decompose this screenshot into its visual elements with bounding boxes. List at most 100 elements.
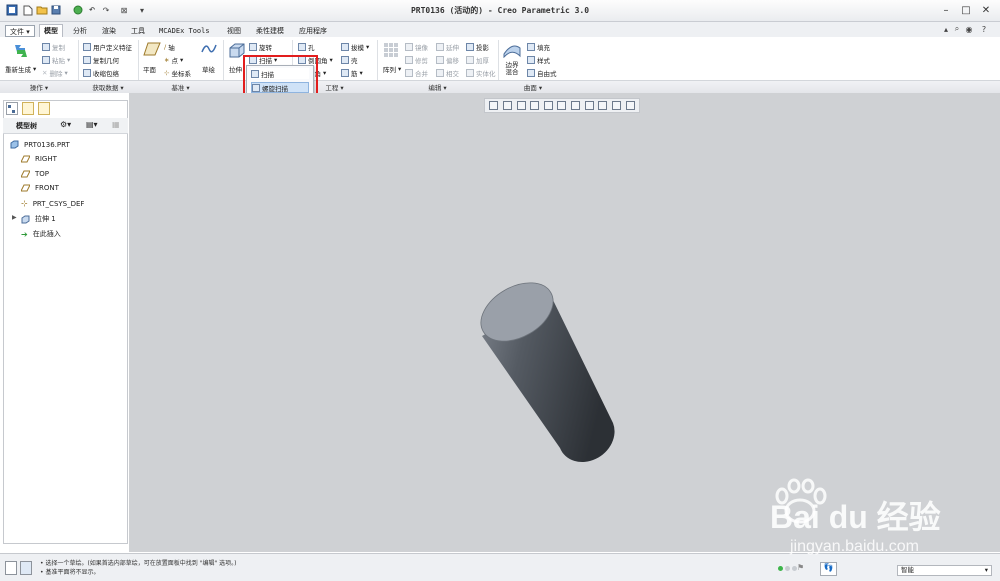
delete-label: 删除 [49,70,63,78]
thicken-button[interactable]: 加厚 [466,55,489,65]
help-icon[interactable]: ? [978,23,990,35]
regenerate-icon[interactable] [72,4,84,16]
udf-button[interactable]: 用户定义特征 [83,42,132,52]
revolve-button[interactable]: 旋转 [249,42,272,52]
tree-item-top-label: TOP [35,170,50,178]
offset-button[interactable]: 偏移 [436,55,459,65]
sketch-button[interactable]: 草绘 [202,64,215,74]
tab-analysis[interactable]: 分析 [69,25,91,37]
open-folder-icon[interactable] [36,4,48,16]
tree-item-extrude[interactable]: 拉伸 1 [21,214,56,224]
group-datum[interactable]: 基准 ▾ [138,82,223,92]
point-button[interactable]: ∗ 点 ▾ [164,55,183,65]
shrinkwrap-button[interactable]: 收缩包络 [83,68,119,78]
group-editing[interactable]: 编辑 ▾ [377,82,498,92]
zoom-in-icon[interactable] [502,101,512,110]
regenerate-button[interactable]: 重新生成 ▾ [5,64,36,74]
cylinder-model[interactable] [470,278,630,478]
annotation-display-icon[interactable] [611,101,621,110]
merge-icon [405,69,413,77]
plane-button[interactable]: 平面 [143,64,156,74]
folder-browser-tab-icon[interactable] [22,102,34,115]
boundary-blend-button[interactable]: 边界混合 [504,62,520,76]
project-button[interactable]: 投影 [466,42,489,52]
new-file-icon[interactable] [22,4,34,16]
tab-model[interactable]: 模型 [39,24,63,37]
tree-filter-icon[interactable]: ▦ [112,120,120,129]
tree-item-top[interactable]: TOP [21,170,49,178]
tab-tools[interactable]: 工具 [127,25,149,37]
tree-item-part[interactable]: PRT0136.PRT [10,140,70,149]
undo-icon[interactable]: ↶ [86,4,98,16]
tab-flexible-modeling[interactable]: 柔性建模 [252,25,288,37]
watermark-url: jingyan.baidu.com [790,538,919,555]
close-button[interactable]: ✕ [980,4,992,16]
tree-item-right[interactable]: RIGHT [21,155,57,163]
customize-toolbar-icon[interactable]: ▾ [136,4,148,16]
save-icon[interactable] [50,4,62,16]
tree-settings-icon[interactable]: ⚙▾ [60,120,71,129]
intersect-button[interactable]: 相交 [436,68,459,78]
tab-view[interactable]: 视图 [223,25,245,37]
shell-button[interactable]: 壳 [341,55,358,65]
perspective-icon[interactable] [584,101,594,110]
copy-button[interactable]: 复制 [42,42,65,52]
community-icon[interactable]: ◉ [963,23,975,35]
repaint-icon[interactable] [530,101,540,110]
tree-item-insert-here[interactable]: ➔ 在此插入 [21,229,61,239]
fill-button[interactable]: 填充 [527,42,550,52]
display-style-icon[interactable] [543,101,553,110]
group-surfaces[interactable]: 曲面 ▾ [498,82,568,92]
datum-display-icon[interactable] [598,101,608,110]
copy-icon [42,43,50,51]
hole-button[interactable]: 孔 [298,42,315,52]
tree-item-csys[interactable]: ⊹ PRT_CSYS_DEF [21,199,84,208]
model-tree-tab-icon[interactable] [6,102,18,115]
style-button[interactable]: 样式 [527,55,550,65]
group-operations[interactable]: 操作 ▾ [0,82,78,92]
search-icon[interactable]: ⌕ [951,23,963,35]
tree-show-icon[interactable]: ▤▾ [86,120,98,129]
trim-button[interactable]: 修剪 [405,55,428,65]
spin-center-icon[interactable] [625,101,635,110]
regenerate-label: 重新生成 [5,66,31,74]
extend-button[interactable]: 延伸 [436,42,459,52]
tab-render[interactable]: 渲染 [98,25,120,37]
view-manager-icon[interactable] [571,101,581,110]
hole-label: 孔 [308,44,315,52]
tab-mcadex-tools[interactable]: MCADEx Tools [155,25,214,37]
redo-icon[interactable]: ↷ [100,4,112,16]
paste-button[interactable]: 粘贴 ▾ [42,55,70,65]
solidify-button[interactable]: 实体化 [466,68,496,78]
tab-file[interactable]: 文件 ▾ [5,25,35,37]
group-getdata[interactable]: 获取数据 ▾ [78,82,138,92]
model-tree-label: 模型树 [16,122,37,130]
freestyle-button[interactable]: 自由式 [527,68,557,78]
pattern-button[interactable]: 阵列 ▾ [383,64,401,74]
delete-button[interactable]: ✕ 删除 ▾ [42,68,68,78]
close-window-icon[interactable]: ⊠ [118,4,130,16]
mirror-button[interactable]: 镜像 [405,42,428,52]
maximize-button[interactable]: □ [960,4,972,16]
axis-button[interactable]: / 轴 [164,42,175,52]
favorites-tab-icon[interactable] [38,102,50,115]
hole-icon [298,43,306,51]
extrude-button[interactable]: 拉伸 [229,64,242,74]
zoom-out-icon[interactable] [516,101,526,110]
shrinkwrap-label: 收缩包络 [93,70,119,78]
draft-button[interactable]: 拔模 ▾ [341,42,369,52]
copy-geometry-label: 复制几何 [93,57,119,65]
refit-icon[interactable] [489,101,499,110]
toggle-browser-icon[interactable] [20,561,32,575]
tree-item-front[interactable]: FRONT [21,184,59,192]
csys-button[interactable]: ⊹ 坐标系 [164,68,191,78]
expand-arrow-icon[interactable]: ▶ [12,214,17,221]
saved-orientations-icon[interactable] [557,101,567,110]
merge-button[interactable]: 合并 [405,68,428,78]
toggle-navigator-icon[interactable] [5,561,17,575]
rib-button[interactable]: 筋 ▾ [341,68,363,78]
model-tree-panel [3,100,128,544]
minimize-button[interactable]: – [940,4,952,16]
tab-applications[interactable]: 应用程序 [295,25,331,37]
copy-geometry-button[interactable]: 复制几何 [83,55,119,65]
